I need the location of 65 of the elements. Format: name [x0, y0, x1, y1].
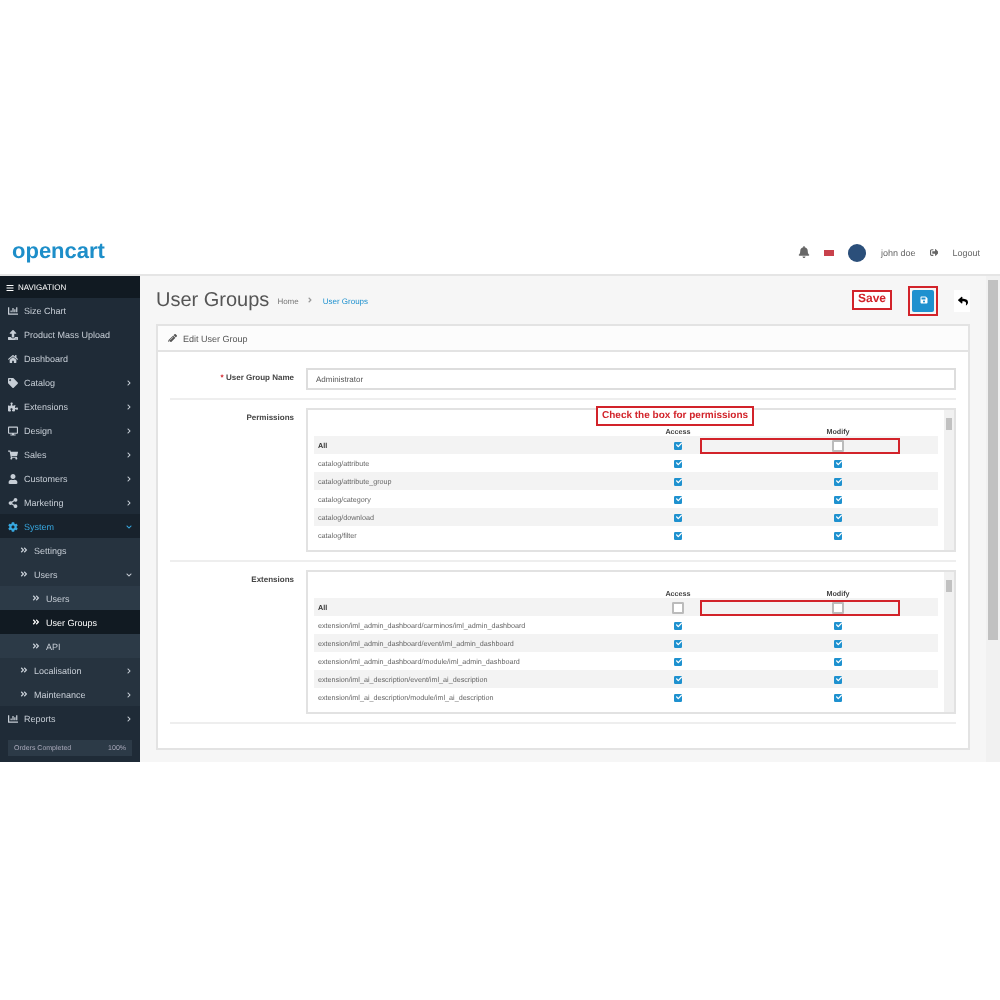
access-checkbox[interactable] — [674, 675, 682, 683]
modify-checkbox[interactable] — [834, 513, 842, 521]
access-checkbox[interactable] — [674, 657, 682, 665]
modify-checkbox[interactable] — [834, 459, 842, 467]
access-checkbox[interactable] — [674, 495, 682, 503]
double-arrow-icon — [20, 666, 28, 674]
chevron-right-icon — [126, 403, 132, 409]
chevron-right-icon — [126, 427, 132, 433]
scrollbar[interactable] — [986, 276, 1000, 762]
access-checkbox[interactable] — [674, 459, 682, 467]
scrollbar[interactable] — [944, 410, 954, 550]
modify-checkbox[interactable] — [834, 531, 842, 539]
menu-icon[interactable] — [6, 283, 14, 291]
modify-checkbox[interactable] — [834, 477, 842, 485]
chart-icon — [8, 305, 18, 315]
bell-icon[interactable] — [798, 246, 811, 258]
chevron-down-icon — [126, 523, 132, 529]
access-checkbox[interactable] — [672, 601, 684, 613]
save-icon — [919, 296, 927, 304]
modify-checkbox[interactable] — [834, 675, 842, 683]
double-arrow-icon — [32, 618, 40, 626]
chevron-right-icon — [126, 451, 132, 457]
chevron-right-icon — [126, 715, 132, 721]
logo[interactable]: opencart — [12, 240, 105, 264]
modify-checkbox[interactable] — [834, 657, 842, 665]
double-arrow-icon — [32, 594, 40, 602]
double-arrow-icon — [20, 546, 28, 554]
pencil-icon — [168, 333, 177, 343]
modify-checkbox[interactable] — [834, 621, 842, 629]
modify-checkbox[interactable] — [834, 693, 842, 701]
reply-icon — [957, 295, 967, 305]
flag-icon[interactable] — [824, 249, 835, 255]
logout-icon — [929, 247, 939, 257]
cart-icon — [8, 449, 18, 459]
modify-checkbox[interactable] — [834, 495, 842, 503]
gear-icon — [8, 521, 18, 531]
modify-checkbox[interactable] — [834, 639, 842, 647]
access-checkbox[interactable] — [674, 621, 682, 629]
back-button[interactable] — [954, 289, 970, 311]
access-checkbox[interactable] — [674, 531, 682, 539]
chevron-right-icon — [126, 667, 132, 673]
scrollbar[interactable] — [944, 572, 954, 712]
avatar — [848, 243, 867, 261]
chevron-right-icon — [126, 499, 132, 505]
page-title: User Groups — [156, 289, 270, 311]
chevron-right-icon — [126, 691, 132, 697]
home-icon — [8, 353, 18, 363]
chevron-right-icon — [126, 379, 132, 385]
user-icon — [8, 473, 18, 483]
puzzle-icon — [8, 401, 18, 411]
chevron-down-icon — [126, 571, 132, 577]
chart-icon — [8, 713, 18, 723]
access-checkbox[interactable] — [674, 441, 682, 449]
double-arrow-icon — [32, 642, 40, 650]
upload-icon — [8, 329, 18, 339]
access-checkbox[interactable] — [674, 693, 682, 701]
access-checkbox[interactable] — [674, 513, 682, 521]
access-checkbox[interactable] — [674, 477, 682, 485]
tag-icon — [8, 377, 18, 387]
share-icon — [8, 497, 18, 507]
double-arrow-icon — [20, 690, 28, 698]
double-arrow-icon — [20, 570, 28, 578]
access-checkbox[interactable] — [674, 639, 682, 647]
monitor-icon — [8, 425, 18, 435]
chevron-right-icon — [126, 475, 132, 481]
